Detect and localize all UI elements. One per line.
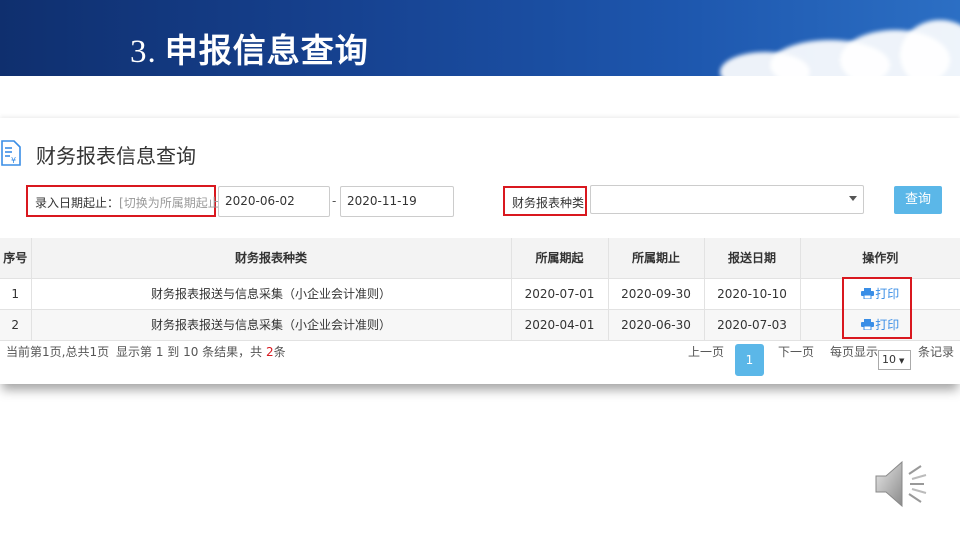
col-header-date: 报送日期 [703, 238, 800, 279]
date-from-input[interactable]: 2020-06-02 [218, 186, 330, 217]
document-yen-icon: ¥ [1, 140, 21, 166]
cell-no: 1 [0, 278, 31, 310]
prev-page-button[interactable]: 上一页 [688, 343, 724, 363]
date-label-text: 录入日期起止： [35, 196, 120, 210]
panel-title: 财务报表信息查询 [36, 144, 196, 168]
cell-type: 财务报表报送与信息采集（小企业会计准则） [30, 309, 511, 341]
results-table: 序号 财务报表种类 所属期起 所属期止 报送日期 操作列 1 财务报表报送与信息… [0, 238, 960, 341]
highlight-box-print [842, 277, 912, 339]
per-page-label: 每页显示 [830, 345, 879, 359]
cell-start: 2020-04-01 [510, 309, 608, 341]
cell-date: 2020-07-03 [703, 309, 800, 341]
query-button[interactable]: 查询 [894, 186, 942, 214]
col-header-type: 财务报表种类 [30, 238, 511, 279]
date-range-label: 录入日期起止：[切换为所属期起止] [35, 194, 224, 211]
col-header-end: 所属期止 [607, 238, 704, 279]
page-info: 当前第1页,总共1页 [6, 345, 110, 359]
slide-banner: 3. 申报信息查询 [0, 0, 960, 76]
col-header-start: 所属期起 [510, 238, 608, 279]
slide-title: 3. 申报信息查询 [130, 24, 369, 72]
speaker-icon[interactable] [872, 456, 934, 512]
date-switch-link[interactable]: [切换为所属期起止] [119, 196, 224, 210]
table-row: 1 财务报表报送与信息采集（小企业会计准则） 2020-07-01 2020-0… [0, 278, 960, 310]
table-row: 2 财务报表报送与信息采集（小企业会计准则） 2020-04-01 2020-0… [0, 309, 960, 341]
result-prefix: 显示第 1 到 10 条结果，共 [116, 345, 266, 359]
per-page-suffix: 条记录 [918, 345, 955, 359]
cloud-decoration [900, 20, 960, 76]
result-suffix: 条 [273, 345, 286, 359]
per-page-select[interactable]: 10 ▼ [878, 350, 911, 370]
table-header-row: 序号 财务报表种类 所属期起 所属期止 报送日期 操作列 [0, 238, 960, 279]
dropdown-caret-icon: ▼ [899, 357, 905, 365]
date-separator: - [332, 194, 337, 208]
cell-date: 2020-10-10 [703, 278, 800, 310]
result-total: 2 [265, 345, 274, 359]
result-summary: 显示第 1 到 10 条结果，共 2条 [116, 343, 286, 363]
svg-text:¥: ¥ [11, 156, 16, 165]
cell-no: 2 [0, 309, 31, 341]
cell-end: 2020-09-30 [607, 278, 704, 310]
current-page-button[interactable]: 1 [735, 344, 764, 376]
dropdown-caret-icon [849, 196, 857, 201]
cell-end: 2020-06-30 [607, 309, 704, 341]
report-type-label: 财务报表种类 [512, 196, 585, 210]
next-page-button[interactable]: 下一页 [778, 343, 814, 363]
date-to-input[interactable]: 2020-11-19 [340, 186, 454, 217]
col-header-action: 操作列 [799, 238, 960, 279]
slide-title-text: 申报信息查询 [164, 31, 369, 70]
cell-start: 2020-07-01 [510, 278, 608, 310]
col-header-no: 序号 [0, 238, 31, 279]
cell-type: 财务报表报送与信息采集（小企业会计准则） [30, 278, 511, 310]
slide-number: 3. [130, 34, 157, 70]
report-type-select[interactable] [590, 185, 864, 214]
per-page-value: 10 [882, 353, 896, 366]
